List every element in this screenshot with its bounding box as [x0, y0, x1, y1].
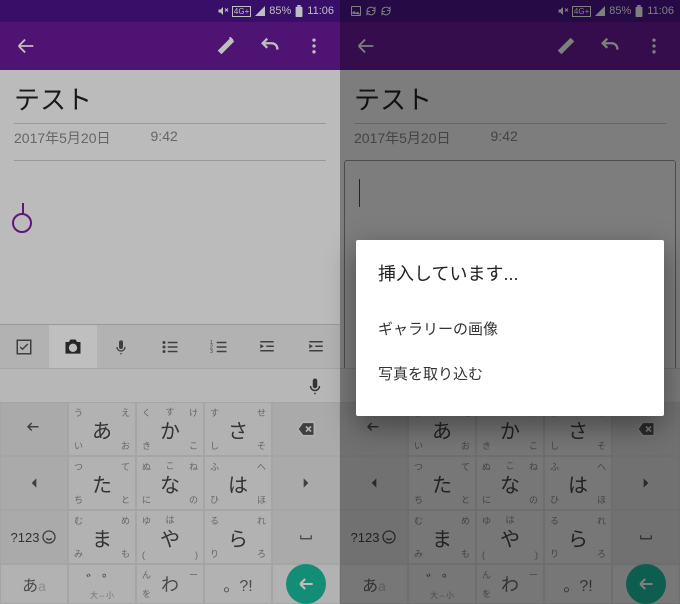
- pane-right: 4G+ 85% 11:06 テスト 2017年5月20日 9:42 うえあいお …: [340, 0, 680, 604]
- dialog-option-camera[interactable]: 写真を取り込む: [378, 351, 642, 396]
- scrim-left: [0, 0, 340, 604]
- dialog-option-gallery[interactable]: ギャラリーの画像: [378, 306, 642, 351]
- pane-left: 4G+ 85% 11:06 テスト 2017年5月20日 9:42 123: [0, 0, 340, 604]
- insert-dialog: 挿入しています... ギャラリーの画像 写真を取り込む: [356, 240, 664, 416]
- dialog-title: 挿入しています...: [378, 260, 642, 286]
